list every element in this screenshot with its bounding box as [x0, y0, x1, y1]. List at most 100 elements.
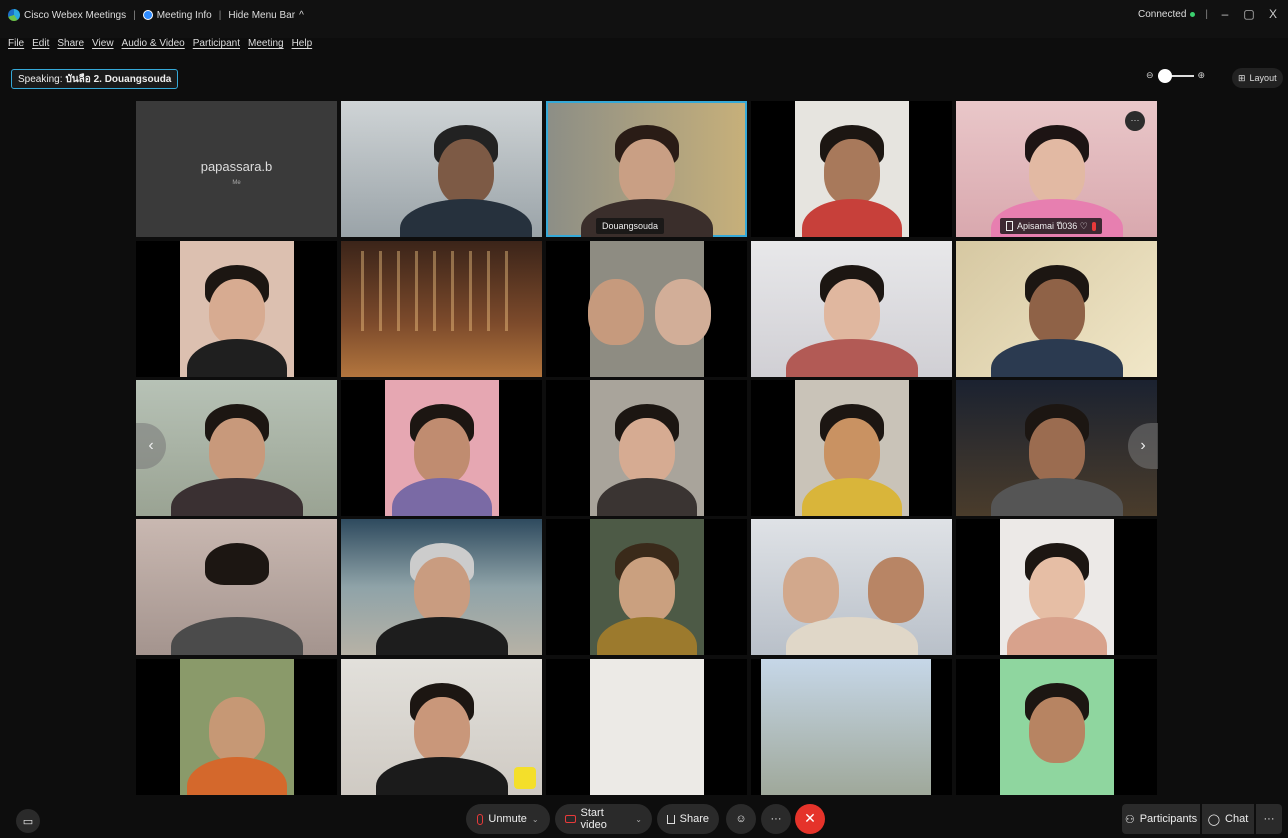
participant-video-tile[interactable] [546, 241, 747, 377]
more-options-button[interactable]: ··· [761, 804, 791, 834]
meeting-info-icon[interactable] [142, 10, 153, 20]
participant-face [588, 279, 645, 346]
close-window-button[interactable]: X [1266, 7, 1280, 21]
grid-icon: ⊞ [1238, 72, 1246, 83]
end-meeting-button[interactable]: ✕ [795, 804, 825, 834]
zoom-slider-knob[interactable] [1157, 68, 1172, 83]
captions-button[interactable]: ▭ [16, 809, 40, 833]
unmute-button[interactable]: Unmute ⌄ [466, 804, 550, 834]
participant-name-tag: Douangsouda [596, 218, 665, 234]
participant-video-tile[interactable] [136, 241, 337, 377]
participant-hair [204, 543, 269, 586]
participant-video-tile[interactable] [956, 380, 1157, 516]
participant-face [1028, 139, 1085, 206]
share-icon [667, 814, 675, 824]
menu-share[interactable]: Share [57, 38, 84, 49]
video-grid: papassara.b Me Douangsouda ··· Apisamai … [136, 101, 1158, 796]
participant-video-tile[interactable] [341, 380, 542, 516]
menu-file[interactable]: File [8, 38, 24, 49]
share-label: Share [679, 813, 709, 825]
participant-video-tile[interactable] [136, 659, 337, 795]
participant-face [654, 279, 711, 346]
participant-face [413, 557, 470, 624]
participant-video-tile[interactable] [956, 519, 1157, 655]
participant-face [413, 697, 470, 764]
participant-face [1028, 697, 1085, 764]
participant-face [823, 139, 880, 206]
participant-face [1028, 418, 1085, 485]
zoom-slider[interactable] [1157, 68, 1194, 83]
menu-audio-video[interactable]: Audio & Video [122, 38, 185, 49]
chevron-down-icon[interactable]: ⌄ [635, 815, 642, 824]
start-video-button[interactable]: Start video ⌄ [555, 804, 652, 834]
menu-help[interactable]: Help [292, 38, 313, 49]
menu-edit[interactable]: Edit [32, 38, 49, 49]
tile-more-button[interactable]: ··· [1125, 111, 1145, 131]
participant-video-tile[interactable] [341, 101, 542, 237]
participants-button[interactable]: ⚇ Participants [1122, 804, 1200, 834]
chat-button[interactable]: ◯ Chat [1202, 804, 1254, 834]
group-photo [761, 659, 931, 795]
participant-face [618, 418, 675, 485]
title-bar: Cisco Webex Meetings | Meeting Info | Hi… [0, 0, 1288, 49]
self-me-tag: Me [232, 180, 241, 186]
participant-video-tile[interactable] [546, 519, 747, 655]
close-icon: ✕ [804, 810, 816, 826]
participant-face [783, 557, 840, 624]
window-controls: Connected | – ▢ X [1138, 7, 1280, 21]
chat-bubble-icon: ◯ [1207, 813, 1221, 826]
self-name: papassara.b [200, 159, 273, 174]
zoom-control: ⊖ ⊕ [1146, 68, 1206, 83]
active-speaker-indicator: Speaking: บันลือ 2. Douangsouda [11, 69, 179, 89]
participant-video-tile[interactable] [751, 380, 952, 516]
participant-video-tile[interactable] [546, 380, 747, 516]
hide-menu-bar-button[interactable]: Hide Menu Bar [228, 10, 295, 21]
participant-face [208, 418, 265, 485]
chevron-down-icon[interactable]: ⌄ [532, 815, 539, 824]
participant-video-tile[interactable] [341, 241, 542, 377]
participant-name-tag: Apisamai ปี036 ♡ [1000, 218, 1102, 234]
chat-label: Chat [1225, 813, 1249, 825]
participant-video-tile[interactable] [546, 659, 747, 795]
more-icon: ··· [770, 813, 782, 825]
participant-video-tile[interactable] [956, 659, 1157, 795]
app-title: Cisco Webex Meetings [24, 9, 127, 21]
meeting-info-link[interactable]: Meeting Info [157, 10, 212, 21]
minimize-button[interactable]: – [1218, 7, 1232, 21]
share-button[interactable]: Share [657, 804, 719, 834]
self-video-tile[interactable]: papassara.b Me [136, 101, 337, 237]
more-icon: ··· [1263, 813, 1275, 825]
participant-video-tile[interactable] [751, 519, 952, 655]
participant-video-tile[interactable] [751, 659, 952, 795]
panels-more-button[interactable]: ··· [1256, 804, 1282, 834]
participant-video-tile[interactable] [341, 659, 542, 795]
menu-view[interactable]: View [92, 38, 114, 49]
layout-button[interactable]: ⊞ Layout [1232, 68, 1283, 88]
zoom-in-icon[interactable]: ⊕ [1198, 70, 1206, 81]
participant-body [990, 478, 1123, 516]
participant-video-tile[interactable]: Douangsouda [546, 101, 747, 237]
participant-video-tile[interactable] [751, 241, 952, 377]
participant-video-tile[interactable] [751, 101, 952, 237]
participant-face [823, 418, 880, 485]
participant-video-tile[interactable] [136, 519, 337, 655]
reactions-button[interactable]: ☺ [726, 804, 756, 834]
webex-logo-icon [8, 9, 20, 21]
participant-video-tile[interactable] [956, 241, 1157, 377]
connected-dot-icon [1190, 11, 1196, 17]
muted-mic-icon [1091, 221, 1096, 231]
participant-face [208, 279, 265, 346]
participant-video-tile[interactable] [341, 519, 542, 655]
muted-mic-icon [477, 813, 484, 825]
participant-body [785, 339, 918, 377]
hide-menu-chevron-icon[interactable]: ^ [299, 10, 304, 21]
layout-label: Layout [1249, 73, 1277, 83]
participant-video-tile[interactable] [136, 380, 337, 516]
participant-body [399, 199, 532, 237]
menu-participant[interactable]: Participant [193, 38, 240, 49]
participant-video-tile[interactable]: ··· Apisamai ปี036 ♡ [956, 101, 1157, 237]
participant-body [375, 617, 508, 655]
restore-button[interactable]: ▢ [1242, 7, 1256, 21]
zoom-out-icon[interactable]: ⊖ [1146, 70, 1154, 81]
menu-meeting[interactable]: Meeting [248, 38, 284, 49]
